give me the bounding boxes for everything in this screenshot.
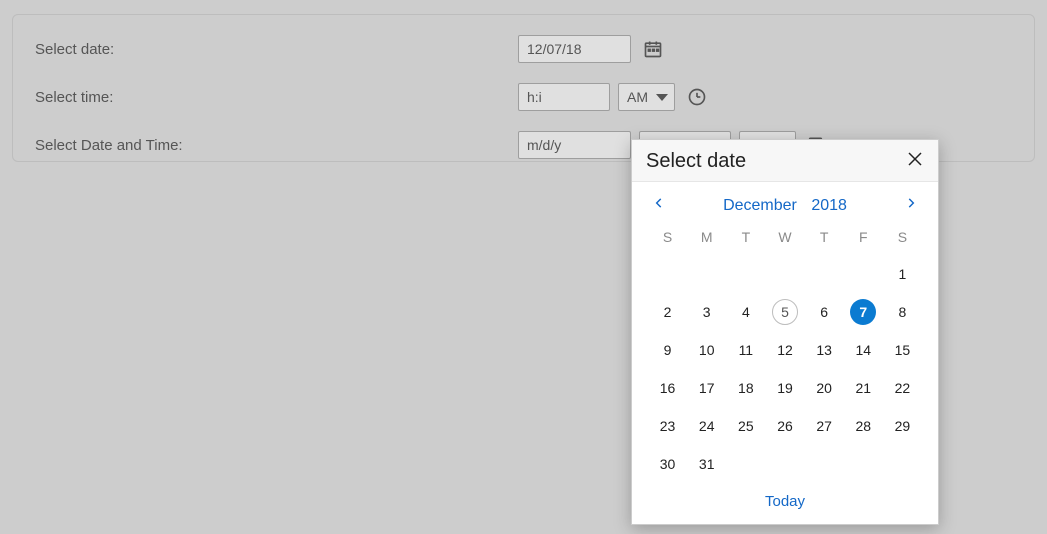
calendar-day[interactable]: 2 xyxy=(648,293,687,331)
calendar-day[interactable]: 29 xyxy=(883,407,922,445)
month-label: December xyxy=(723,197,797,214)
calendar-day[interactable]: 26 xyxy=(765,407,804,445)
prev-month-button[interactable] xyxy=(652,196,666,215)
calendar-day[interactable]: 19 xyxy=(765,369,804,407)
calendar-day[interactable]: 23 xyxy=(648,407,687,445)
calendar-day[interactable]: 22 xyxy=(883,369,922,407)
calendar-day[interactable]: 10 xyxy=(687,331,726,369)
calendar-day[interactable]: 27 xyxy=(805,407,844,445)
calendar-day[interactable]: 1 xyxy=(883,255,922,293)
dow-header: T xyxy=(726,221,765,255)
calendar-day[interactable]: 8 xyxy=(883,293,922,331)
label-select-datetime: Select Date and Time: xyxy=(35,137,518,154)
dow-header: S xyxy=(883,221,922,255)
datepicker-title: Select date xyxy=(646,150,746,173)
calendar-day[interactable]: 25 xyxy=(726,407,765,445)
today-button[interactable]: Today xyxy=(632,483,938,524)
dow-header: F xyxy=(844,221,883,255)
date-input[interactable]: 12/07/18 xyxy=(518,35,631,63)
calendar-day[interactable]: 24 xyxy=(687,407,726,445)
datepicker-popup: Select date December 2018 SMTWTFS 123456… xyxy=(631,139,939,525)
next-month-button[interactable] xyxy=(904,196,918,215)
clock-icon[interactable] xyxy=(687,87,707,107)
calendar-day[interactable]: 12 xyxy=(765,331,804,369)
dow-header: S xyxy=(648,221,687,255)
calendar-day[interactable]: 9 xyxy=(648,331,687,369)
dow-header: W xyxy=(765,221,804,255)
calendar-day[interactable]: 16 xyxy=(648,369,687,407)
calendar-day[interactable]: 20 xyxy=(805,369,844,407)
time-input[interactable]: h:i xyxy=(518,83,610,111)
calendar-day[interactable]: 17 xyxy=(687,369,726,407)
calendar-day[interactable]: 4 xyxy=(726,293,765,331)
calendar-day[interactable]: 5 xyxy=(765,293,804,331)
calendar-day[interactable]: 31 xyxy=(687,445,726,483)
calendar-day[interactable]: 11 xyxy=(726,331,765,369)
ampm-select[interactable]: AM xyxy=(618,83,675,111)
calendar-day[interactable]: 15 xyxy=(883,331,922,369)
calendar-day[interactable]: 18 xyxy=(726,369,765,407)
ampm-value: AM xyxy=(627,89,648,105)
calendar-day[interactable]: 3 xyxy=(687,293,726,331)
label-select-date: Select date: xyxy=(35,41,518,58)
chevron-down-icon xyxy=(656,94,668,101)
label-select-time: Select time: xyxy=(35,89,518,106)
calendar-day[interactable]: 21 xyxy=(844,369,883,407)
calendar-day[interactable]: 6 xyxy=(805,293,844,331)
calendar-day[interactable]: 13 xyxy=(805,331,844,369)
calendar-icon[interactable] xyxy=(643,39,663,59)
dow-header: T xyxy=(805,221,844,255)
dow-header: M xyxy=(687,221,726,255)
close-icon[interactable] xyxy=(906,150,924,173)
calendar-day[interactable]: 7 xyxy=(844,293,883,331)
calendar-day[interactable]: 28 xyxy=(844,407,883,445)
month-year-button[interactable]: December 2018 xyxy=(723,197,847,215)
calendar-day[interactable]: 30 xyxy=(648,445,687,483)
datetime-date-input[interactable]: m/d/y xyxy=(518,131,631,159)
calendar-day[interactable]: 14 xyxy=(844,331,883,369)
year-label: 2018 xyxy=(811,197,847,214)
